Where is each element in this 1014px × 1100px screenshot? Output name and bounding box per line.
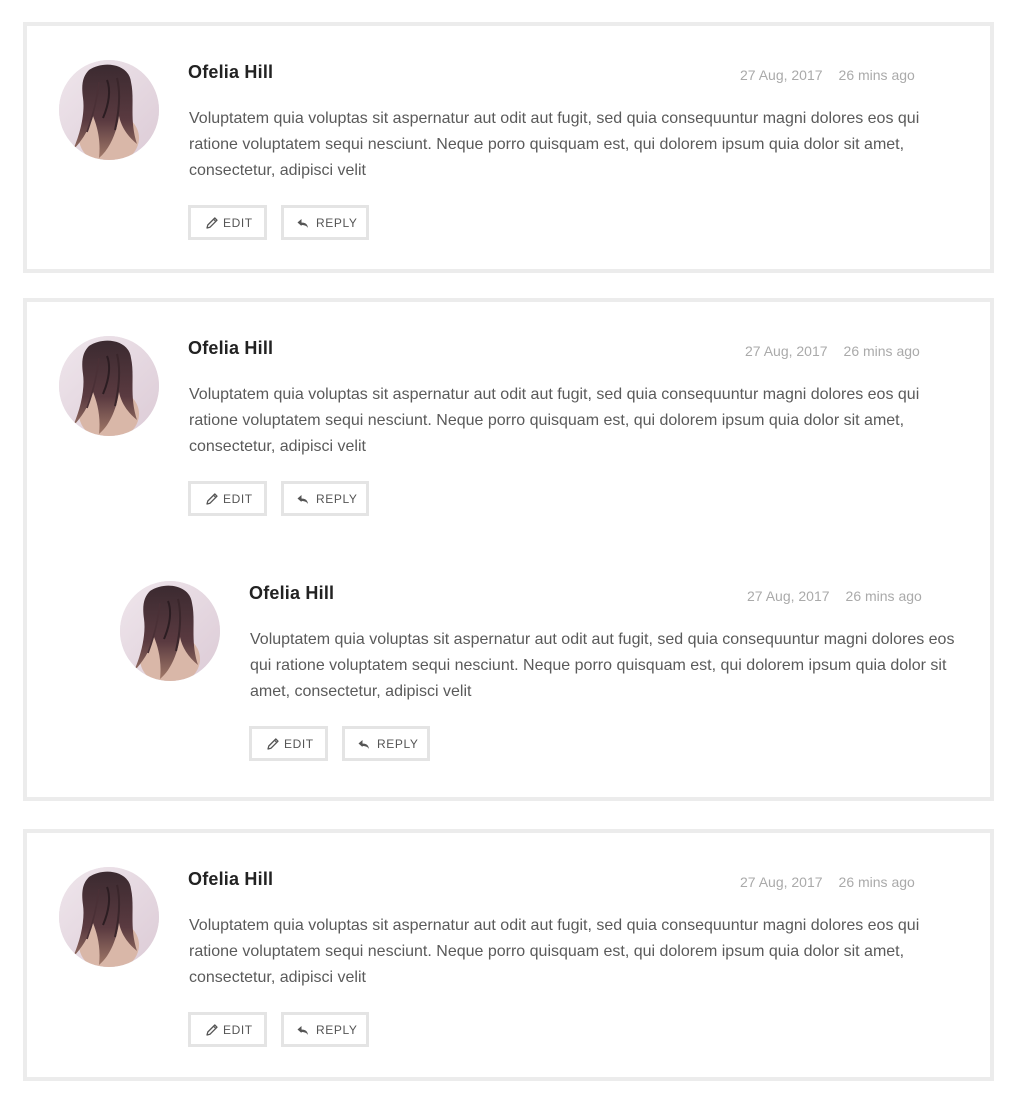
comment-text: Voluptatem quia voluptas sit aspernatur … [189,917,920,986]
comment-time-ago: 26 mins ago [843,343,920,359]
comment-meta: 27 Aug, 2017 26 mins ago [745,343,920,359]
comment-author: Ofelia Hill [188,62,274,82]
reply-reply-button[interactable]: REPLY [342,726,430,761]
reply-label: REPLY [316,215,358,230]
comment-text: Voluptatem quia voluptas sit aspernatur … [189,110,920,179]
pencil-icon [205,216,219,230]
reply-arrow-icon [357,737,371,751]
reply-label: REPLY [316,491,358,506]
reply-button[interactable]: REPLY [281,481,369,516]
comment-card: Ofelia Hill 27 Aug, 2017 26 mins ago Volu… [23,298,994,801]
reply-arrow-icon [296,492,310,506]
edit-label: EDIT [284,736,314,751]
edit-label: EDIT [223,1022,253,1037]
avatar [59,867,159,967]
edit-button[interactable]: EDIT [188,205,267,240]
avatar [59,60,159,160]
reply-date: 27 Aug, 2017 [747,588,830,604]
pencil-icon [205,1023,219,1037]
reply-label: REPLY [316,1022,358,1037]
comment-text: Voluptatem quia voluptas sit aspernatur … [189,386,920,455]
comment-card: Ofelia Hill 27 Aug, 2017 26 mins ago Volu… [23,22,994,273]
reply-button[interactable]: REPLY [281,205,369,240]
reply-avatar [120,581,220,681]
comment-date: 27 Aug, 2017 [745,343,828,359]
pencil-icon [266,737,280,751]
reply-edit-button[interactable]: EDIT [249,726,328,761]
comment-author: Ofelia Hill [188,338,274,358]
edit-label: EDIT [223,215,253,230]
comment-time-ago: 26 mins ago [838,67,915,83]
reply-arrow-icon [296,1023,310,1037]
edit-label: EDIT [223,491,253,506]
reply-arrow-icon [296,216,310,230]
edit-button[interactable]: EDIT [188,481,267,516]
comment-author: Ofelia Hill [188,869,274,889]
edit-button[interactable]: EDIT [188,1012,267,1047]
comment-time-ago: 26 mins ago [838,874,915,890]
reply-author: Ofelia Hill [249,583,335,603]
comment-date: 27 Aug, 2017 [740,874,823,890]
reply-time-ago: 26 mins ago [845,588,922,604]
comment-date: 27 Aug, 2017 [740,67,823,83]
comment-meta: 27 Aug, 2017 26 mins ago [740,67,915,83]
reply-text: Voluptatem quia voluptas sit aspernatur … [250,631,955,700]
reply-meta: 27 Aug, 2017 26 mins ago [747,588,922,604]
pencil-icon [205,492,219,506]
comment-meta: 27 Aug, 2017 26 mins ago [740,874,915,890]
comment-card: Ofelia Hill 27 Aug, 2017 26 mins ago Volu… [23,829,994,1081]
reply-label: REPLY [377,736,419,751]
avatar [59,336,159,436]
reply-button[interactable]: REPLY [281,1012,369,1047]
